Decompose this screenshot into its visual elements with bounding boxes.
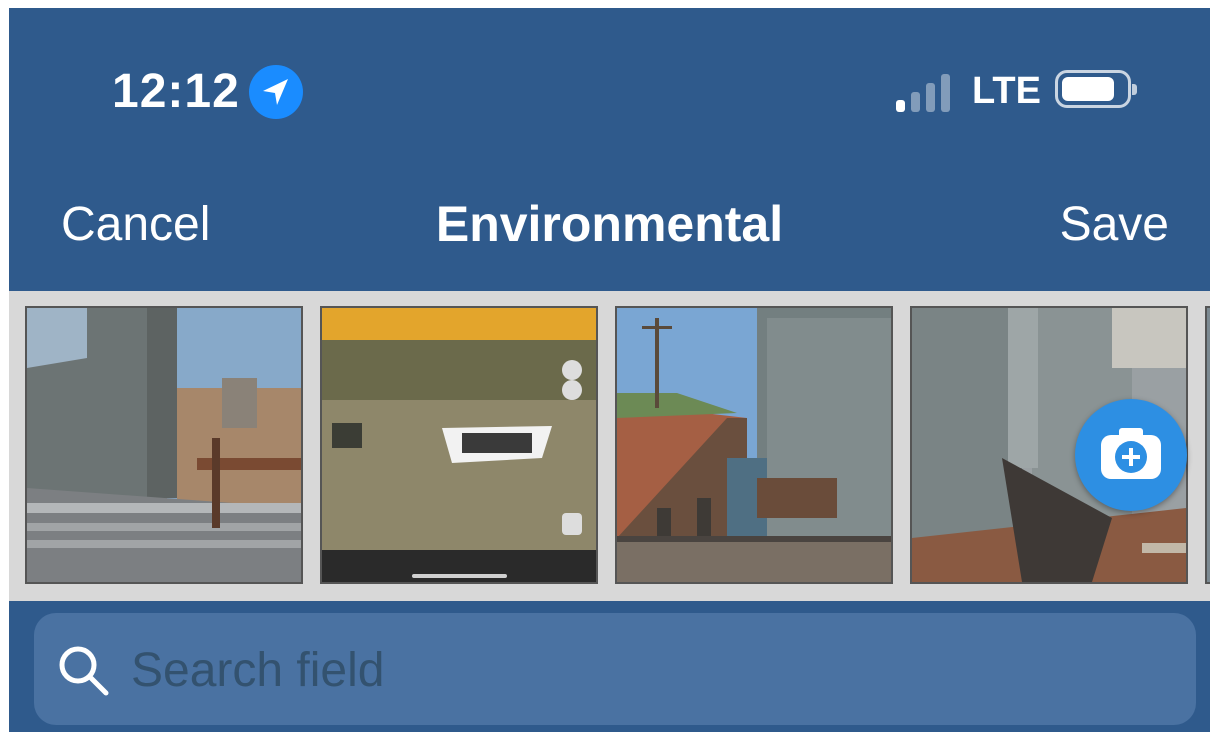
page-title: Environmental bbox=[435, 196, 784, 252]
network-type: LTE bbox=[972, 70, 1041, 112]
search-bar[interactable] bbox=[34, 613, 1196, 725]
photo-thumbnail[interactable] bbox=[615, 306, 893, 584]
camera-plus-icon bbox=[1101, 428, 1161, 479]
battery-icon bbox=[1055, 70, 1137, 108]
location-arrow-icon bbox=[249, 65, 303, 119]
signal-icon bbox=[896, 74, 950, 112]
search-input[interactable] bbox=[129, 633, 1133, 707]
search-icon bbox=[59, 646, 109, 696]
photo-strip[interactable] bbox=[9, 291, 1210, 601]
photo-thumbnail[interactable] bbox=[320, 306, 598, 584]
add-photo-button[interactable] bbox=[1075, 399, 1187, 511]
photo-thumbnail[interactable] bbox=[25, 306, 303, 584]
status-bar: 12:12 LTE bbox=[9, 8, 1210, 158]
search-bar-container bbox=[9, 601, 1210, 732]
status-time: 12:12 bbox=[112, 65, 240, 118]
app-screen: 12:12 LTE Cancel Environmental Save bbox=[9, 8, 1210, 732]
navigation-bar: Cancel Environmental Save bbox=[9, 173, 1210, 283]
save-button[interactable]: Save bbox=[1060, 197, 1169, 252]
photo-thumbnail-partial[interactable] bbox=[1205, 306, 1210, 584]
